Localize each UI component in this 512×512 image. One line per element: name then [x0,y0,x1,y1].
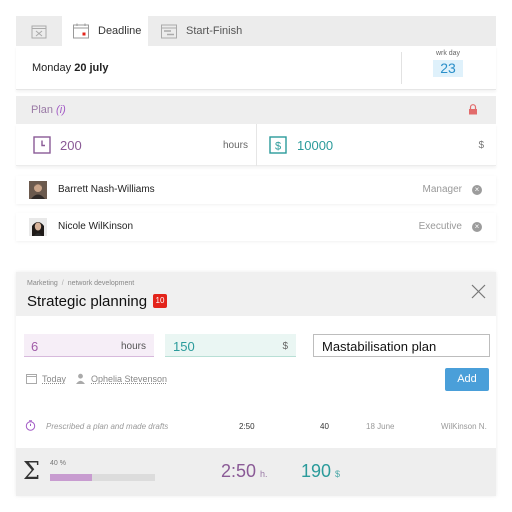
work-day-value[interactable]: 23 [433,60,463,77]
page: Deadline Start-Finish Monday 20 july wrk… [0,0,512,512]
task-header: Marketing / network development Strategic … [16,272,496,316]
clock-icon [33,136,51,154]
tab-deadline-label: Deadline [98,25,142,37]
progress-bar [50,474,155,481]
calendar-icon [26,374,37,384]
plan-hours-unit: hours [222,140,248,151]
entry-name-value: Mastabilisation plan [322,339,437,354]
assignee-link[interactable]: Ophelia Stevenson [75,373,167,384]
plan-hours-field[interactable]: 200 hours [16,124,256,166]
log-description: Prescribed a plan and made drafts [46,422,169,431]
sum-icon: Σ [23,457,40,485]
stopwatch-icon [25,420,36,431]
breadcrumb-item[interactable]: network development [68,280,135,287]
plan-header: Plan (i) [16,96,496,124]
deadline-date-row[interactable]: Monday 20 july wrk day 23 [16,46,496,90]
avatar [29,218,47,236]
deadline-weekday: Monday [32,62,72,74]
work-day-caption: wrk day [435,50,461,57]
svg-text:$: $ [275,141,281,153]
work-day-box: wrk day 23 [418,50,478,77]
log-author: WilKinson N. [441,422,487,431]
plan-title-text: Plan [31,104,54,116]
task-count-badge: 10 [153,294,167,308]
plan-values-row: 200 hours $ 10000 $ [16,124,496,166]
dollar-icon: $ [269,136,287,154]
person-name: Nicole WilKinson [58,221,134,232]
log-time: 2:50 [239,422,255,431]
close-icon[interactable] [471,284,486,299]
deadline-date[interactable]: Monday 20 july [32,62,108,74]
deadline-day: 20 july [74,62,109,74]
lock-icon[interactable] [468,104,478,115]
calendar-range-icon [161,24,177,39]
log-count: 40 [320,422,329,431]
breadcrumb: Marketing / network development [27,280,134,287]
user-icon [76,373,85,384]
person-role: Executive [418,221,462,232]
hours-input-value: 6 [31,339,39,354]
task-title: Strategic planning [27,293,148,310]
plan-hours-value: 200 [60,138,82,153]
log-date: 18 June [366,422,395,431]
tab-start-finish[interactable]: Start-Finish [148,16,258,46]
summary-money-value: 190 [301,461,332,481]
task-card: Marketing / network development Strategic … [16,272,496,496]
plan-card: Deadline Start-Finish Monday 20 july wrk… [16,16,496,242]
money-input-unit: $ [282,341,288,352]
summary-time-value: 2:50 [221,461,257,481]
tab-deadline[interactable]: Deadline [62,16,148,46]
add-button[interactable]: Add [445,368,489,391]
plan-money-field[interactable]: $ 10000 $ [256,124,496,166]
assignee-link-text: Ophelia Stevenson [91,373,168,384]
breadcrumb-item[interactable]: Marketing [27,280,58,287]
money-input[interactable]: 150 $ [165,334,296,357]
log-entry-row[interactable]: Prescribed a plan and made drafts 2:50 4… [16,420,496,435]
remove-person-icon[interactable]: × [472,185,482,195]
calendar-deadline-icon [73,23,89,39]
date-picker-link[interactable]: Today [26,373,66,384]
tab-bar: Deadline Start-Finish [16,16,496,46]
person-name: Barrett Nash-Williams [58,184,155,195]
plan-money-value: 10000 [297,138,334,153]
summary-bar: Σ 40 % 2:50 h. 190 $ [16,448,496,496]
breadcrumb-separator: / [61,280,64,287]
info-icon[interactable]: (i) [56,104,66,116]
plan-title: Plan (i) [31,104,66,116]
divider [401,52,402,84]
remove-person-icon[interactable]: × [472,222,482,232]
person-row: Barrett Nash-Williams Manager × [16,176,496,204]
hours-input[interactable]: 6 hours [24,334,154,357]
person-row: Nicole WilKinson Executive × [16,213,496,241]
summary-time: 2:50 h. [221,461,268,482]
progress-label: 40 % [50,460,66,467]
summary-money: 190 $ [301,461,340,482]
progress-fill [50,474,92,481]
date-link-text: Today [42,373,67,384]
plan-money-unit: $ [478,140,484,151]
tab-start-finish-label: Start-Finish [186,25,243,37]
person-role: Manager [422,184,462,195]
tab-none[interactable] [16,16,62,46]
summary-money-unit: $ [335,469,341,479]
summary-time-unit: h. [260,469,268,479]
hours-input-unit: hours [120,341,146,352]
avatar [29,181,47,199]
calendar-x-icon [31,25,47,39]
money-input-value: 150 [173,339,195,354]
entry-name-input[interactable]: Mastabilisation plan [313,334,490,357]
